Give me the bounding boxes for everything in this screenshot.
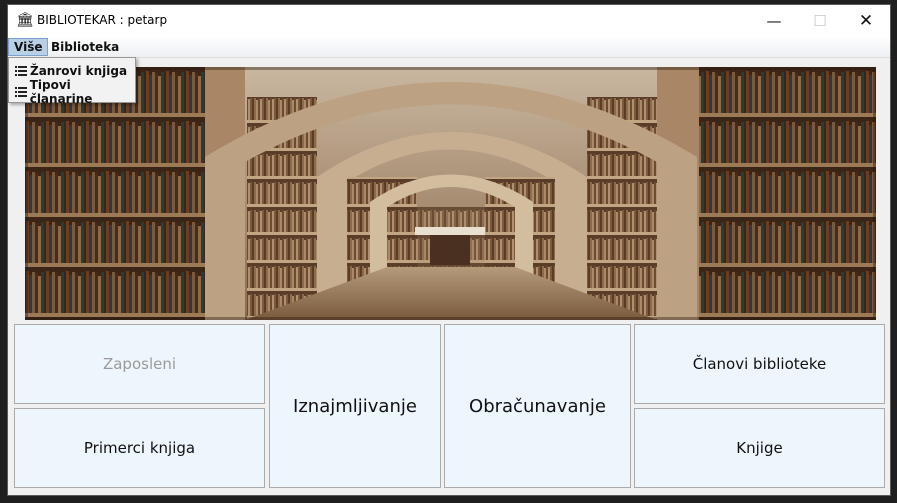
menu-item-label: Tipovi članarine: [29, 77, 93, 106]
clanovi-biblioteke-button[interactable]: Članovi biblioteke: [634, 324, 885, 404]
library-illustration: [25, 67, 876, 320]
iznajmljivanje-button[interactable]: Iznajmljivanje: [269, 324, 441, 488]
menu-item-label: Žanrovi knjiga: [30, 63, 128, 78]
library-building-icon: 🏛: [16, 12, 34, 28]
close-button[interactable]: ✕: [843, 5, 889, 36]
menu-bar: Više Biblioteka: [8, 36, 890, 58]
title-bar[interactable]: 🏛 BIBLIOTEKAR : petarp — ☐ ✕: [8, 5, 890, 36]
more-menu-dropdown: Žanrovi knjiga Tipovi članarine: [8, 57, 136, 106]
library-banner-image: [25, 67, 876, 320]
menu-biblioteka[interactable]: Biblioteka: [46, 38, 124, 56]
zaposleni-button[interactable]: Zaposleni: [14, 324, 265, 404]
close-icon: ✕: [858, 10, 874, 31]
list-icon: [15, 65, 27, 76]
window-title: BIBLIOTEKAR : petarp: [37, 13, 168, 27]
knjige-button[interactable]: Knjige: [634, 408, 885, 488]
minimize-button[interactable]: —: [751, 5, 797, 36]
maximize-button[interactable]: ☐: [797, 5, 843, 36]
menu-item-tipovi-clanarine[interactable]: Tipovi članarine: [9, 78, 135, 106]
app-window: 🏛 BIBLIOTEKAR : petarp — ☐ ✕ Više Biblio…: [7, 4, 891, 496]
primerci-knjiga-button[interactable]: Primerci knjiga: [14, 408, 265, 488]
menu-vise[interactable]: Više: [8, 38, 49, 56]
obracunavanje-button[interactable]: Obračunavanje: [444, 324, 631, 488]
maximize-icon: ☐: [813, 11, 827, 30]
minimize-icon: —: [766, 11, 782, 30]
list-icon: [15, 86, 27, 97]
